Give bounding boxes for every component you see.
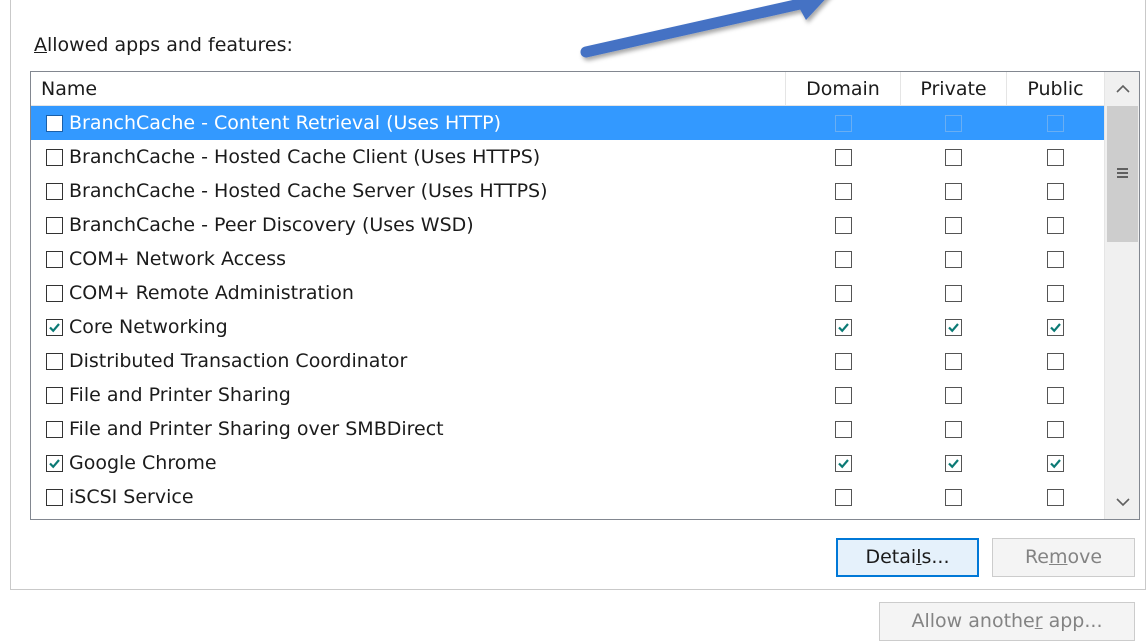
app-name-label: iSCSI Service bbox=[69, 486, 194, 508]
app-name-label: BranchCache - Hosted Cache Client (Uses … bbox=[69, 146, 541, 168]
scrollbar-thumb[interactable] bbox=[1107, 106, 1138, 242]
private-checkbox[interactable] bbox=[945, 387, 962, 404]
app-name-label: BranchCache - Hosted Cache Server (Uses … bbox=[69, 180, 548, 202]
domain-checkbox[interactable] bbox=[835, 115, 852, 132]
chevron-down-icon[interactable] bbox=[1105, 485, 1139, 519]
list-item[interactable]: Core Networking bbox=[31, 310, 1104, 344]
app-enabled-checkbox[interactable] bbox=[46, 149, 63, 166]
grip-icon bbox=[1117, 168, 1128, 178]
remove-button[interactable]: Remove bbox=[992, 538, 1135, 577]
column-header-private[interactable]: Private bbox=[901, 72, 1007, 106]
column-header-name[interactable]: Name bbox=[31, 72, 786, 106]
app-enabled-checkbox[interactable] bbox=[46, 115, 63, 132]
app-name-label: Google Chrome bbox=[69, 452, 217, 474]
allow-another-app-button[interactable]: Allow another app... bbox=[879, 602, 1135, 641]
private-checkbox[interactable] bbox=[945, 421, 962, 438]
public-checkbox[interactable] bbox=[1047, 387, 1064, 404]
public-checkbox[interactable] bbox=[1047, 149, 1064, 166]
list-item[interactable]: File and Printer Sharing bbox=[31, 378, 1104, 412]
domain-checkbox[interactable] bbox=[835, 149, 852, 166]
domain-checkbox[interactable] bbox=[835, 251, 852, 268]
domain-checkbox[interactable] bbox=[835, 183, 852, 200]
app-name-label: File and Printer Sharing bbox=[69, 384, 291, 406]
public-checkbox[interactable] bbox=[1047, 353, 1064, 370]
public-checkbox[interactable] bbox=[1047, 183, 1064, 200]
private-checkbox[interactable] bbox=[945, 353, 962, 370]
list-item[interactable]: COM+ Remote Administration bbox=[31, 276, 1104, 310]
app-enabled-checkbox[interactable] bbox=[46, 183, 63, 200]
chevron-up-icon[interactable] bbox=[1105, 72, 1139, 106]
app-enabled-checkbox[interactable] bbox=[46, 353, 63, 370]
list-header: Name Domain Private Public bbox=[31, 72, 1104, 106]
column-header-domain[interactable]: Domain bbox=[786, 72, 901, 106]
list-item[interactable]: BranchCache - Hosted Cache Server (Uses … bbox=[31, 174, 1104, 208]
app-name-label: Core Networking bbox=[69, 316, 228, 338]
private-checkbox[interactable] bbox=[945, 183, 962, 200]
domain-checkbox[interactable] bbox=[835, 217, 852, 234]
app-enabled-checkbox[interactable] bbox=[46, 217, 63, 234]
app-enabled-checkbox[interactable] bbox=[46, 251, 63, 268]
app-enabled-checkbox[interactable] bbox=[46, 387, 63, 404]
private-checkbox[interactable] bbox=[945, 285, 962, 302]
app-name-label: File and Printer Sharing over SMBDirect bbox=[69, 418, 444, 440]
private-checkbox[interactable] bbox=[945, 319, 962, 336]
vertical-scrollbar[interactable] bbox=[1104, 72, 1139, 519]
domain-checkbox[interactable] bbox=[835, 489, 852, 506]
app-enabled-checkbox[interactable] bbox=[46, 455, 63, 472]
app-enabled-checkbox[interactable] bbox=[46, 285, 63, 302]
public-checkbox[interactable] bbox=[1047, 217, 1064, 234]
list-item[interactable]: iSCSI Service bbox=[31, 480, 1104, 514]
app-name-label: COM+ Remote Administration bbox=[69, 282, 354, 304]
list-item[interactable]: COM+ Network Access bbox=[31, 242, 1104, 276]
details-button[interactable]: Details... bbox=[836, 538, 979, 577]
public-checkbox[interactable] bbox=[1047, 251, 1064, 268]
domain-checkbox[interactable] bbox=[835, 319, 852, 336]
private-checkbox[interactable] bbox=[945, 217, 962, 234]
public-checkbox[interactable] bbox=[1047, 285, 1064, 302]
app-name-label: BranchCache - Peer Discovery (Uses WSD) bbox=[69, 214, 474, 236]
app-enabled-checkbox[interactable] bbox=[46, 489, 63, 506]
allowed-apps-label: Allowed apps and features: bbox=[34, 34, 293, 56]
column-header-public[interactable]: Public bbox=[1007, 72, 1104, 106]
list-item[interactable]: BranchCache - Peer Discovery (Uses WSD) bbox=[31, 208, 1104, 242]
list-item[interactable]: Distributed Transaction Coordinator bbox=[31, 344, 1104, 378]
domain-checkbox[interactable] bbox=[835, 285, 852, 302]
list-item[interactable]: File and Printer Sharing over SMBDirect bbox=[31, 412, 1104, 446]
list-item[interactable]: BranchCache - Hosted Cache Client (Uses … bbox=[31, 140, 1104, 174]
app-name-label: BranchCache - Content Retrieval (Uses HT… bbox=[69, 112, 501, 134]
domain-checkbox[interactable] bbox=[835, 455, 852, 472]
list-item[interactable]: Google Chrome bbox=[31, 446, 1104, 480]
public-checkbox[interactable] bbox=[1047, 115, 1064, 132]
public-checkbox[interactable] bbox=[1047, 455, 1064, 472]
private-checkbox[interactable] bbox=[945, 149, 962, 166]
private-checkbox[interactable] bbox=[945, 115, 962, 132]
list-item[interactable]: BranchCache - Content Retrieval (Uses HT… bbox=[31, 106, 1104, 140]
apps-listview[interactable]: Name Domain Private Public BranchCache -… bbox=[30, 71, 1140, 520]
public-checkbox[interactable] bbox=[1047, 489, 1064, 506]
app-name-label: COM+ Network Access bbox=[69, 248, 286, 270]
private-checkbox[interactable] bbox=[945, 489, 962, 506]
public-checkbox[interactable] bbox=[1047, 421, 1064, 438]
domain-checkbox[interactable] bbox=[835, 353, 852, 370]
public-checkbox[interactable] bbox=[1047, 319, 1064, 336]
domain-checkbox[interactable] bbox=[835, 387, 852, 404]
domain-checkbox[interactable] bbox=[835, 421, 852, 438]
private-checkbox[interactable] bbox=[945, 455, 962, 472]
app-name-label: Distributed Transaction Coordinator bbox=[69, 350, 408, 372]
app-enabled-checkbox[interactable] bbox=[46, 421, 63, 438]
app-enabled-checkbox[interactable] bbox=[46, 319, 63, 336]
private-checkbox[interactable] bbox=[945, 251, 962, 268]
